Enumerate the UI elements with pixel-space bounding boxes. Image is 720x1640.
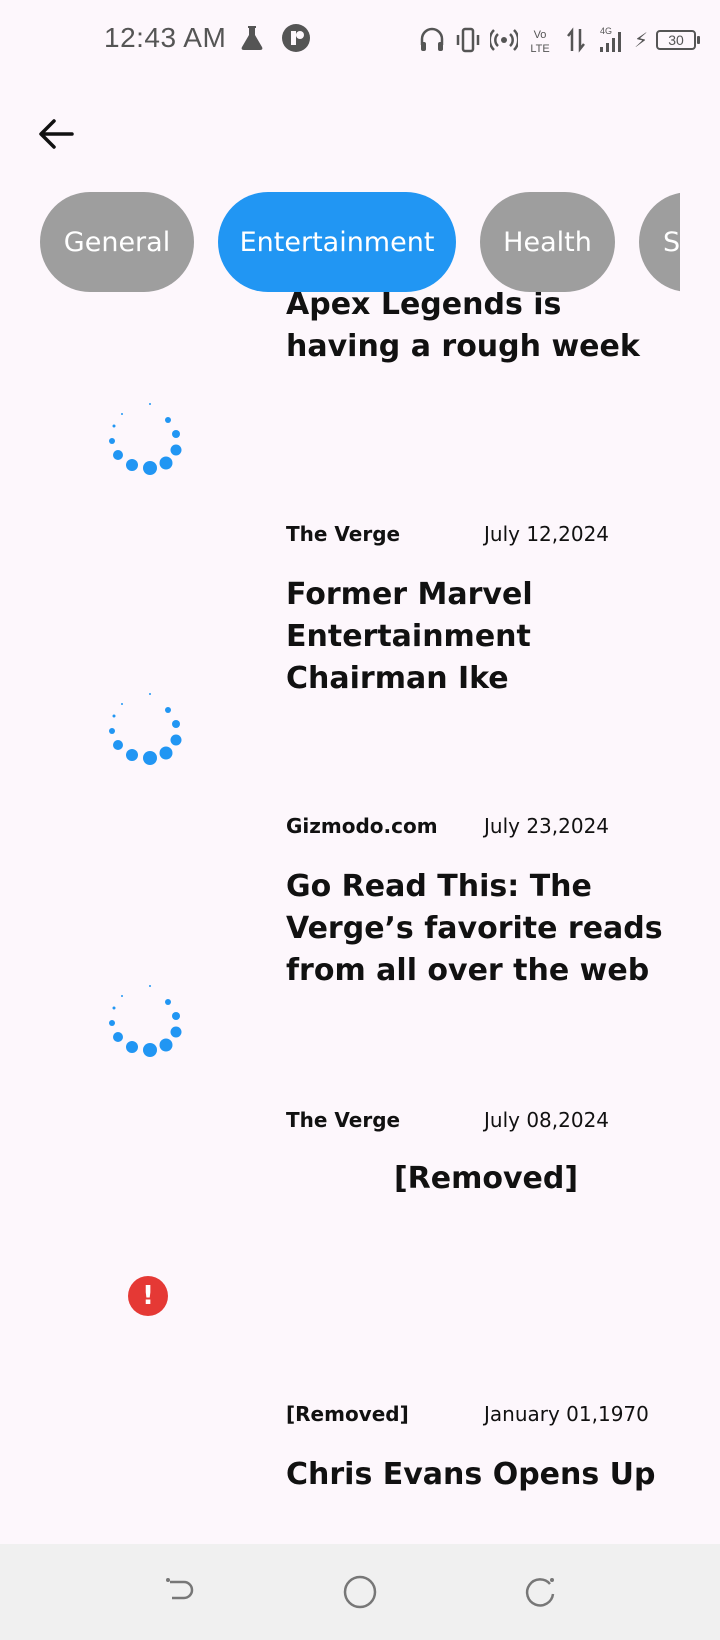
article-meta: Gizmodo.com July 23,2024 [286, 814, 686, 844]
nav-recents-icon[interactable] [520, 1572, 560, 1612]
tab-health[interactable]: Health [480, 192, 615, 292]
nav-home-icon[interactable] [340, 1572, 380, 1612]
back-arrow-icon[interactable] [34, 112, 78, 156]
tab-general-label: General [63, 226, 171, 258]
article-source: [Removed] [286, 1402, 409, 1426]
article-source: The Verge [286, 522, 401, 546]
loading-spinner-icon [109, 403, 182, 475]
charging-icon: ⚡ [633, 28, 648, 52]
article-title[interactable]: Apex Legends is having a rough week [286, 292, 686, 368]
article-meta: [Removed] January 01,1970 [286, 1402, 686, 1432]
signal-4g-icon: 4G [599, 26, 621, 52]
article-title[interactable]: Former Marvel Entertainment Chairman Ike [286, 574, 686, 700]
tab-sports-label: Sports [663, 226, 680, 258]
system-nav-bar [0, 1544, 720, 1640]
article-meta: The Verge July 08,2024 [286, 1108, 686, 1138]
status-icons: Vo LTE 4G ⚡ 30 [418, 22, 700, 58]
tab-health-label: Health [503, 226, 592, 258]
article-date: July 23,2024 [484, 814, 610, 838]
status-time: 12:43 AM [104, 22, 227, 53]
data-transfer-icon [566, 27, 585, 53]
article-title[interactable]: Go Read This: The Verge’s favorite reads… [286, 866, 686, 992]
tab-sports[interactable]: Sports [639, 192, 680, 292]
tab-general[interactable]: General [40, 192, 194, 292]
error-icon: ! [128, 1276, 168, 1316]
article-meta: The Verge July 12,2024 [286, 522, 686, 552]
loading-spinner-icon [109, 693, 182, 765]
article-title[interactable]: [Removed] [286, 1158, 686, 1200]
article-date: January 01,1970 [484, 1402, 649, 1426]
status-bar: 12:43 AM Vo LTE 4G ⚡ 30 [0, 0, 720, 80]
article-date: July 08,2024 [484, 1108, 610, 1132]
vibrate-icon [456, 27, 480, 53]
tab-entertainment-label: Entertainment [239, 226, 435, 258]
loading-spinner-icon [109, 985, 182, 1057]
headphones-icon [420, 27, 444, 51]
article-source: Gizmodo.com [286, 814, 438, 838]
svg-text:LTE: LTE [530, 43, 549, 55]
battery-icon: 30 [656, 30, 700, 50]
tab-entertainment[interactable]: Entertainment [218, 192, 456, 292]
svg-text:4G: 4G [600, 26, 612, 36]
article-source: The Verge [286, 1108, 401, 1132]
battery-level: 30 [668, 32, 684, 48]
article-date: July 12,2024 [484, 522, 610, 546]
flask-icon [241, 26, 263, 50]
article-list[interactable]: Apex Legends is having a rough week The … [0, 292, 720, 1544]
volte-icon: Vo LTE [530, 29, 549, 55]
article-title[interactable]: Chris Evans Opens Up [286, 1454, 686, 1496]
hotspot-icon [489, 29, 518, 51]
app-notification-icon [282, 24, 310, 52]
svg-text:Vo: Vo [534, 29, 547, 41]
category-tabs[interactable]: General Entertainment Health Sports [40, 192, 680, 292]
nav-back-icon[interactable] [160, 1572, 200, 1612]
